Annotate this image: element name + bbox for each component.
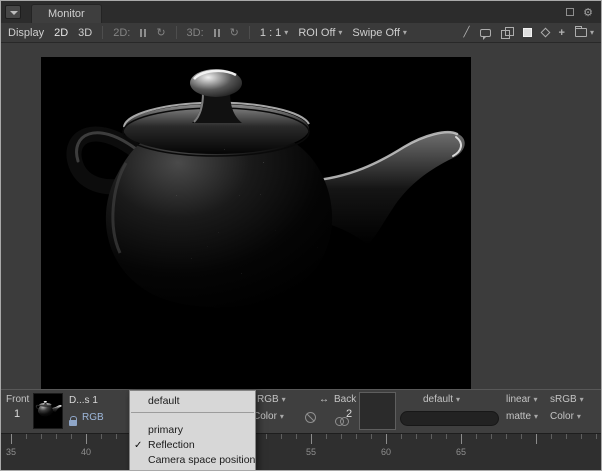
front-label: Front: [6, 394, 29, 405]
front-thumbnail[interactable]: [33, 393, 63, 429]
annotate-icon[interactable]: ╱: [464, 27, 470, 38]
front-view-value: Color: [253, 411, 277, 422]
gear-icon[interactable]: ⚙: [583, 6, 593, 19]
refresh-3d-icon[interactable]: ↻: [230, 26, 239, 39]
comment-icon[interactable]: [480, 29, 491, 37]
menu-item-default[interactable]: default: [130, 394, 255, 409]
render-image[interactable]: [41, 57, 471, 389]
catalog-dropdown[interactable]: ▾: [575, 28, 594, 37]
front-colorspace-dropdown[interactable]: RGB ▾: [257, 394, 286, 405]
teapot-render: [41, 57, 471, 389]
tab-monitor-label: Monitor: [48, 8, 85, 20]
roi-dropdown[interactable]: ROI Off ▾: [298, 27, 342, 39]
monitor-toolbar: Display 2D 3D 2D: ↻ 3D: ↻ 1 : 1 ▾ ROI Of…: [1, 23, 601, 43]
chevron-down-icon: ▾: [534, 413, 538, 421]
menu-separator: [131, 412, 254, 413]
chevron-down-icon: ▾: [580, 396, 584, 404]
pane-menu-button[interactable]: [5, 5, 21, 19]
chevron-down-icon: ▾: [280, 413, 284, 421]
timeline-tick-label: 35: [6, 447, 16, 457]
front-view-dropdown[interactable]: Color ▾: [253, 411, 284, 422]
pixel-probe-icon[interactable]: +: [559, 27, 565, 39]
chevron-down-icon: ▾: [284, 29, 288, 37]
toolbar-separator: [176, 26, 177, 39]
toolbar-right-icons: ╱ + ▾: [464, 27, 594, 39]
zoom-ratio-value: 1 : 1: [260, 27, 281, 39]
background-toggle-icon[interactable]: [523, 28, 532, 37]
overlay-icon[interactable]: [540, 28, 550, 38]
timeline-tick-label: 60: [381, 447, 391, 457]
matte-dropdown[interactable]: matte ▾: [506, 411, 538, 422]
matte-value: matte: [506, 411, 531, 422]
timeline-tick-label: 65: [456, 447, 466, 457]
menu-item-label: primary: [148, 424, 183, 436]
mode-3d-button[interactable]: 3D: [78, 27, 92, 39]
back-index: 2: [346, 408, 352, 420]
chevron-down-icon: ▾: [590, 29, 594, 37]
view-color-dropdown[interactable]: Color ▾: [550, 411, 581, 422]
timeline-ticks: [1, 434, 601, 444]
transfer-dropdown[interactable]: linear ▾: [506, 394, 537, 405]
roi-value: ROI Off: [298, 27, 335, 39]
float-pane-icon[interactable]: [566, 8, 574, 16]
pause-3d-icon[interactable]: [214, 29, 220, 37]
back-label: Back: [334, 394, 356, 405]
srgb-dropdown[interactable]: sRGB ▾: [550, 394, 584, 405]
toolbar-separator: [249, 26, 250, 39]
timeline-tick-label: 55: [306, 447, 316, 457]
tab-bar: Monitor ⚙: [1, 1, 601, 23]
swipe-dropdown[interactable]: Swipe Off ▾: [352, 27, 407, 39]
timeline[interactable]: 35 40 45 50 55 60 65: [1, 433, 601, 471]
menu-item-primary[interactable]: primary: [130, 423, 255, 438]
layers-icon[interactable]: [501, 27, 513, 38]
toolbar-separator: [102, 26, 103, 39]
chevron-down-icon: ▾: [282, 396, 286, 404]
front-index: 1: [14, 408, 20, 420]
back-source-dropdown[interactable]: default ▾: [423, 394, 460, 405]
front-colorspace-value: RGB: [257, 394, 279, 405]
image-control-bar: Front 1 D...s 1 RGB RGB ▾ Color ▾ ↔ Back…: [1, 389, 601, 433]
group-3d-label: 3D:: [187, 27, 204, 39]
lock-icon[interactable]: [69, 420, 77, 426]
aov-context-menu: default primary ✓ Reflection Camera spac…: [129, 390, 256, 471]
swipe-value: Swipe Off: [352, 27, 400, 39]
matte-value-field[interactable]: [400, 411, 499, 426]
chevron-down-icon: ▾: [533, 396, 537, 404]
menu-item-label: default: [148, 395, 180, 407]
zoom-ratio-dropdown[interactable]: 1 : 1 ▾: [260, 27, 288, 39]
front-layer-name[interactable]: D...s 1: [69, 395, 98, 406]
group-2d-label: 2D:: [113, 27, 130, 39]
check-icon: ✓: [134, 438, 146, 453]
timeline-tick-label: 40: [81, 447, 91, 457]
chevron-down-icon: ▾: [338, 29, 342, 37]
disable-icon[interactable]: [305, 412, 316, 423]
srgb-value: sRGB: [550, 394, 577, 405]
menu-item-label: Camera space position: [148, 454, 255, 466]
pause-2d-icon[interactable]: [140, 29, 146, 37]
catalog-icon: [575, 28, 587, 37]
tab-monitor[interactable]: Monitor: [31, 4, 102, 23]
transfer-value: linear: [506, 394, 530, 405]
tab-bar-icons: ⚙: [566, 6, 593, 19]
menu-item-label: Reflection: [148, 439, 195, 451]
display-menu[interactable]: Display: [8, 27, 44, 39]
back-thumbnail[interactable]: [359, 392, 396, 430]
menu-item-camera-space-position[interactable]: Camera space position: [130, 453, 255, 468]
chevron-down-icon: ▾: [577, 413, 581, 421]
monitor-panel: Monitor ⚙ Display 2D 3D 2D: ↻ 3D: ↻ 1 : …: [0, 0, 602, 471]
mode-2d-button[interactable]: 2D: [54, 27, 68, 39]
swap-arrows-icon[interactable]: ↔: [319, 394, 329, 405]
viewport[interactable]: [1, 43, 601, 389]
chevron-down-icon: ▾: [456, 396, 460, 404]
refresh-2d-icon[interactable]: ↻: [156, 26, 165, 39]
back-source-value: default: [423, 394, 453, 405]
front-thumbnail-image: [34, 394, 62, 428]
front-channels[interactable]: RGB: [82, 412, 104, 423]
menu-item-reflection[interactable]: ✓ Reflection: [130, 438, 255, 453]
chevron-down-icon: ▾: [403, 29, 407, 37]
view-color-value: Color: [550, 411, 574, 422]
